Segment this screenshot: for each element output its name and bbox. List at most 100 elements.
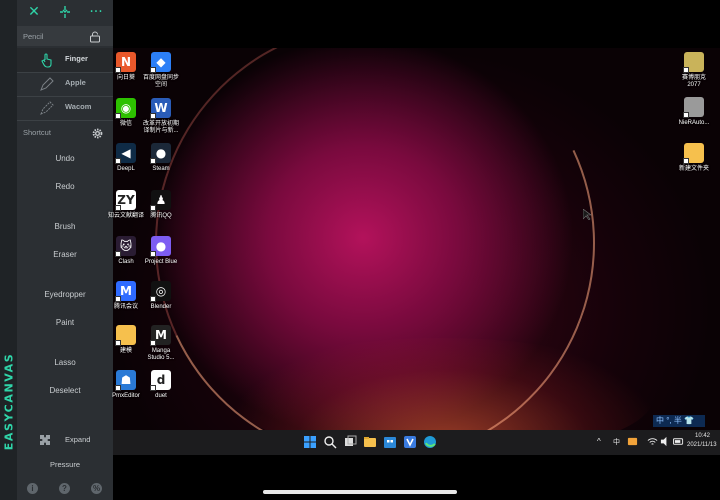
- pmxeditor-icon: ☗: [115, 370, 136, 391]
- shortcut-arrow-icon: [115, 251, 121, 257]
- mode-wacom[interactable]: Wacom: [17, 96, 113, 120]
- folder-icon: [683, 143, 704, 164]
- home-indicator[interactable]: [263, 490, 457, 494]
- undo-button[interactable]: Undo: [17, 154, 113, 163]
- clash-icon: 🐱: [115, 236, 136, 257]
- more-icon[interactable]: ···: [87, 3, 105, 21]
- pressure-button[interactable]: Pressure: [17, 460, 113, 469]
- shortcut-arrow-icon: [150, 205, 156, 211]
- task-view-icon[interactable]: [343, 435, 357, 449]
- steam-icon: ●: [150, 143, 171, 164]
- brush-button[interactable]: Brush: [17, 222, 113, 231]
- desktop-shortcut-label: 腾讯会议: [113, 304, 138, 310]
- desktop-shortcut-label: 知云文献翻译: [108, 213, 145, 219]
- wechat-icon: ◉: [115, 98, 136, 119]
- desktop-shortcut-label: DeepL: [117, 166, 135, 172]
- desktop-shortcut[interactable]: 🐱 Clash: [108, 236, 144, 266]
- shortcut-arrow-icon: [683, 112, 689, 118]
- desktop-shortcut[interactable]: W 改革开放初期 译制片与新...: [143, 98, 179, 135]
- eyedropper-button[interactable]: Eyedropper: [17, 290, 113, 299]
- mouse-cursor-icon: [583, 209, 592, 220]
- desktop-shortcut[interactable]: M 腾讯会议: [108, 281, 144, 311]
- mode-finger[interactable]: Finger: [17, 48, 113, 72]
- desktop-shortcut[interactable]: NieRAuto...: [676, 97, 712, 127]
- desktop-shortcut-label: 腾讯QQ: [150, 213, 172, 219]
- desktop-shortcut-label: 建模: [119, 348, 132, 354]
- deselect-button[interactable]: Deselect: [17, 386, 113, 395]
- desktop-shortcut[interactable]: 赛博朋克 2077: [676, 52, 712, 89]
- clock-time[interactable]: 10:42: [695, 433, 710, 439]
- desktop-shortcut-label: 改革开放初期 译制片与新...: [143, 121, 180, 134]
- shortcut-arrow-icon: [150, 251, 156, 257]
- desktop-shortcut[interactable]: ● Project Blue: [143, 236, 179, 266]
- mode-finger-label: Finger: [65, 54, 88, 63]
- mode-apple[interactable]: Apple: [17, 72, 113, 96]
- duet-icon: d: [150, 370, 171, 391]
- windows-desktop: [113, 48, 720, 455]
- store-icon[interactable]: [383, 435, 397, 449]
- sidebar-panel: ✕ ··· Pencil Finger Apple Wacom Shortcut…: [17, 0, 113, 500]
- desktop-shortcut[interactable]: ♟ 腾讯QQ: [143, 190, 179, 220]
- file-explorer-icon[interactable]: [363, 435, 377, 449]
- brand-logo: EASYCANVAS: [2, 352, 16, 451]
- desktop-shortcut[interactable]: ◎ Blender: [143, 281, 179, 311]
- folder-icon: [115, 325, 136, 346]
- clock-date[interactable]: 2021/11/13: [687, 442, 717, 448]
- info-icon[interactable]: i: [27, 483, 38, 494]
- desktop-shortcut[interactable]: M Manga Studio 5...: [143, 325, 179, 362]
- desktop-shortcut[interactable]: 新建文件夹: [676, 143, 712, 173]
- desktop-shortcut-label: Project Blue: [144, 259, 178, 265]
- desktop-shortcut[interactable]: ● Steam: [143, 143, 179, 173]
- tray-chevron-icon[interactable]: ^: [597, 437, 601, 446]
- battery-icon[interactable]: [673, 436, 684, 447]
- collapse-icon[interactable]: [56, 3, 74, 21]
- desktop-shortcut[interactable]: N 向日葵: [108, 52, 144, 82]
- pencil-label: Pencil: [23, 32, 44, 41]
- desktop-shortcut[interactable]: d duet: [143, 370, 179, 400]
- help-icon[interactable]: ?: [59, 483, 70, 494]
- zhiyun-icon: ZY: [115, 190, 136, 211]
- mode-apple-label: Apple: [65, 78, 86, 87]
- shortcut-arrow-icon: [683, 158, 689, 164]
- expand-button[interactable]: Expand: [17, 432, 113, 448]
- desktop-shortcut[interactable]: ZY 知云文献翻译: [108, 190, 144, 220]
- divider: [17, 120, 113, 121]
- lock-icon[interactable]: [89, 30, 101, 43]
- windows-start-icon[interactable]: [303, 435, 317, 449]
- desktop-shortcut[interactable]: ◀ DeepL: [108, 143, 144, 173]
- gear-icon[interactable]: [92, 126, 103, 139]
- redo-button[interactable]: Redo: [17, 182, 113, 191]
- manga-studio-icon: M: [150, 325, 171, 346]
- tray-app-icon[interactable]: [627, 436, 638, 447]
- puzzle-icon: [39, 433, 51, 445]
- desktop-shortcut[interactable]: ◉ 微信: [108, 98, 144, 128]
- sidebar-toolbar: ✕ ···: [17, 0, 113, 24]
- shortcut-arrow-icon: [150, 158, 156, 164]
- desktop-shortcut-label: 新建文件夹: [678, 166, 709, 172]
- pencil-row: Pencil: [17, 26, 113, 46]
- speaker-icon[interactable]: [660, 436, 671, 447]
- cyberpunk-icon: [683, 52, 704, 73]
- desktop-shortcut-label: 向日葵: [116, 75, 135, 81]
- desktop-shortcut[interactable]: 建模: [108, 325, 144, 355]
- desktop-shortcut-label: duet: [155, 393, 167, 399]
- lasso-button[interactable]: Lasso: [17, 358, 113, 367]
- percent-icon[interactable]: %: [91, 483, 102, 494]
- shortcut-arrow-icon: [115, 67, 121, 73]
- close-icon[interactable]: ✕: [25, 3, 43, 21]
- desktop-shortcut[interactable]: ◆ 百度网盘同步 空间: [143, 52, 179, 89]
- tray-ime[interactable]: 中: [613, 437, 620, 447]
- ime-toolbar[interactable]: 中 °, 半 👕: [653, 415, 705, 427]
- desktop-shortcut[interactable]: ☗ PmxEditor: [108, 370, 144, 400]
- wifi-icon[interactable]: [647, 436, 658, 447]
- paint-button[interactable]: Paint: [17, 318, 113, 327]
- app-icon[interactable]: [403, 435, 417, 449]
- desktop-shortcut-label: Clash: [118, 259, 134, 265]
- edge-icon[interactable]: [423, 435, 437, 449]
- sunlogin-icon: N: [115, 52, 136, 73]
- eraser-button[interactable]: Eraser: [17, 250, 113, 259]
- shortcut-arrow-icon: [150, 113, 156, 119]
- shortcut-arrow-icon: [150, 296, 156, 302]
- stylus-icon: [39, 100, 55, 116]
- search-icon[interactable]: [323, 435, 337, 449]
